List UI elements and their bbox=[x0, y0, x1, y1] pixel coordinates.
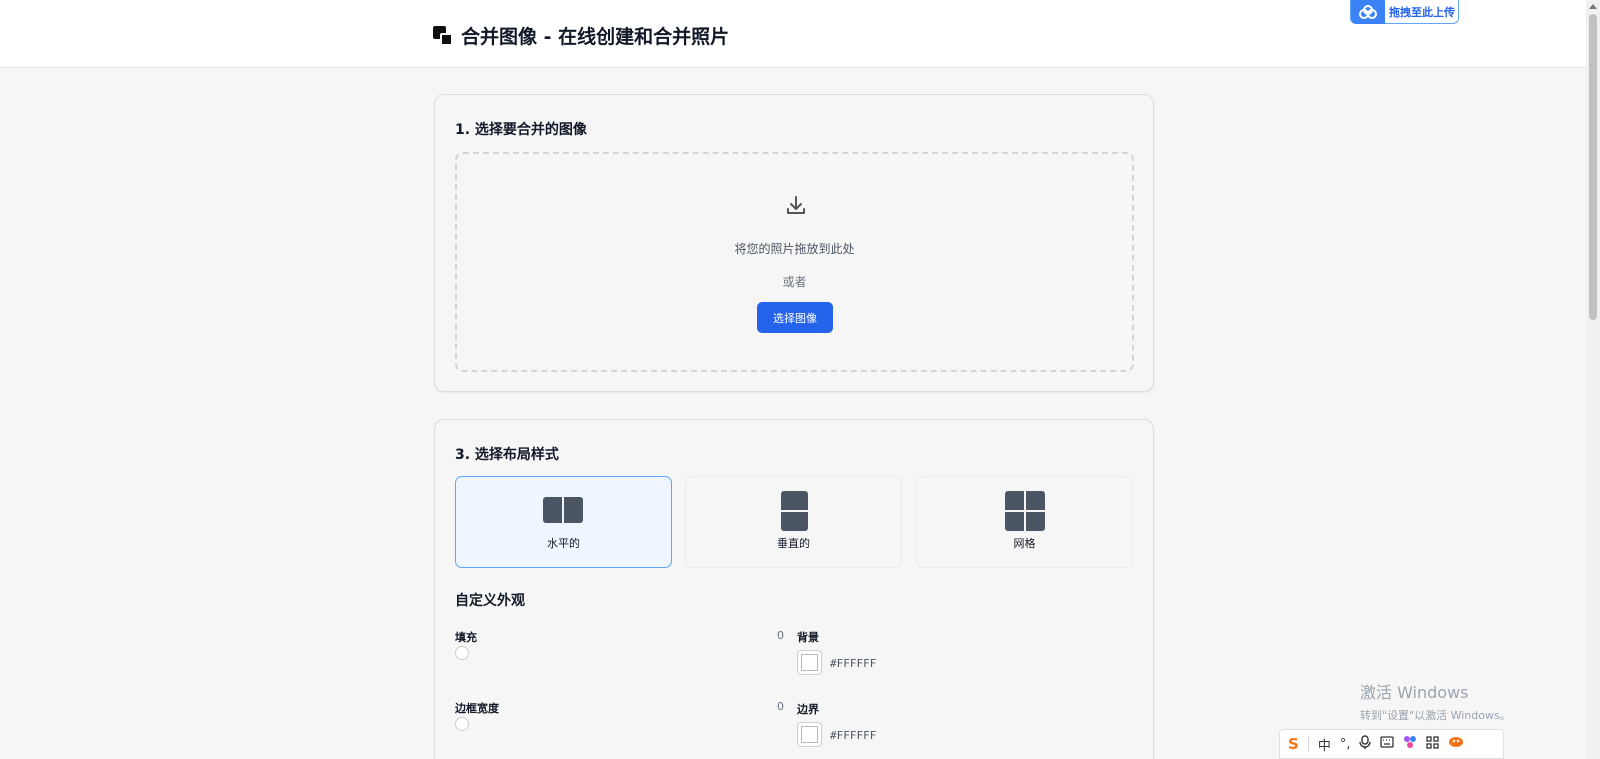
or-text: 或者 bbox=[782, 275, 807, 289]
toolbox-grid-icon[interactable] bbox=[1426, 735, 1440, 753]
border-width-label: 边框宽度 bbox=[455, 702, 499, 715]
border-width-slider[interactable] bbox=[455, 717, 469, 731]
layout-style-card: 3. 选择布局样式 水平的 垂直的 网格 自定义外观 填充 0 背景 #FFFF… bbox=[434, 419, 1154, 759]
skin-icon[interactable] bbox=[1403, 735, 1417, 753]
border-color-picker[interactable] bbox=[797, 722, 822, 747]
layout-label-grid: 网格 bbox=[1013, 537, 1036, 550]
drop-instruction: 将您的照片拖放到此处 bbox=[734, 242, 855, 256]
mascot-icon[interactable] bbox=[1448, 736, 1464, 752]
background-label: 背景 bbox=[797, 631, 819, 644]
microphone-icon[interactable] bbox=[1359, 735, 1372, 753]
scrollbar-thumb[interactable] bbox=[1589, 14, 1597, 320]
ime-mode[interactable]: 中 bbox=[1318, 735, 1331, 754]
customize-title: 自定义外观 bbox=[455, 593, 525, 609]
layout-label-horizontal: 水平的 bbox=[547, 537, 580, 550]
layout-option-horizontal[interactable]: 水平的 bbox=[455, 476, 672, 568]
page-title: 合并图像 - 在线创建和合并照片 bbox=[433, 22, 729, 49]
padding-value: 0 bbox=[777, 629, 784, 642]
sogou-logo-icon[interactable]: S bbox=[1288, 735, 1299, 753]
download-icon bbox=[784, 194, 808, 218]
background-color-picker[interactable] bbox=[797, 650, 822, 675]
watermark-line2: 转到"设置"以激活 Windows。 bbox=[1360, 709, 1511, 722]
ime-toolbar: S 中 °, bbox=[1279, 729, 1504, 759]
top-header: 合并图像 - 在线创建和合并照片 拖拽至此上传 bbox=[0, 0, 1586, 68]
scroll-up-arrow-icon[interactable] bbox=[1589, 4, 1597, 9]
keyboard-icon[interactable] bbox=[1380, 736, 1395, 752]
border-color-label: 边界 bbox=[797, 703, 819, 716]
drag-upload-badge[interactable]: 拖拽至此上传 bbox=[1350, 0, 1459, 24]
watermark-line1: 激活 Windows bbox=[1360, 683, 1469, 702]
padding-label: 填充 bbox=[455, 631, 477, 644]
layout-label-vertical: 垂直的 bbox=[777, 537, 810, 550]
image-dropzone[interactable]: 将您的照片拖放到此处 或者 选择图像 bbox=[455, 152, 1134, 372]
step3-heading: 3. 选择布局样式 bbox=[455, 447, 559, 463]
cloud-icon bbox=[1351, 0, 1385, 24]
ime-divider bbox=[1307, 736, 1309, 752]
page-scrollbar[interactable] bbox=[1586, 0, 1600, 759]
border-color-hex: #FFFFFF bbox=[830, 729, 877, 742]
layout-option-grid[interactable]: 网格 bbox=[916, 476, 1133, 568]
ime-punctuation[interactable]: °, bbox=[1340, 737, 1351, 752]
upload-badge-label: 拖拽至此上传 bbox=[1389, 5, 1455, 19]
layout-option-vertical[interactable]: 垂直的 bbox=[685, 476, 902, 568]
step1-heading: 1. 选择要合并的图像 bbox=[455, 122, 587, 138]
padding-slider[interactable] bbox=[455, 646, 469, 660]
select-images-card: 1. 选择要合并的图像 将您的照片拖放到此处 或者 选择图像 bbox=[434, 94, 1154, 392]
merge-logo-icon bbox=[433, 25, 453, 46]
page-title-text: 合并图像 - 在线创建和合并照片 bbox=[461, 26, 730, 48]
windows-activation-watermark: 激活 Windows 转到"设置"以激活 Windows。 bbox=[1360, 679, 1511, 723]
border-width-value: 0 bbox=[777, 700, 784, 713]
background-hex: #FFFFFF bbox=[830, 657, 877, 670]
select-images-button[interactable]: 选择图像 bbox=[757, 302, 833, 333]
